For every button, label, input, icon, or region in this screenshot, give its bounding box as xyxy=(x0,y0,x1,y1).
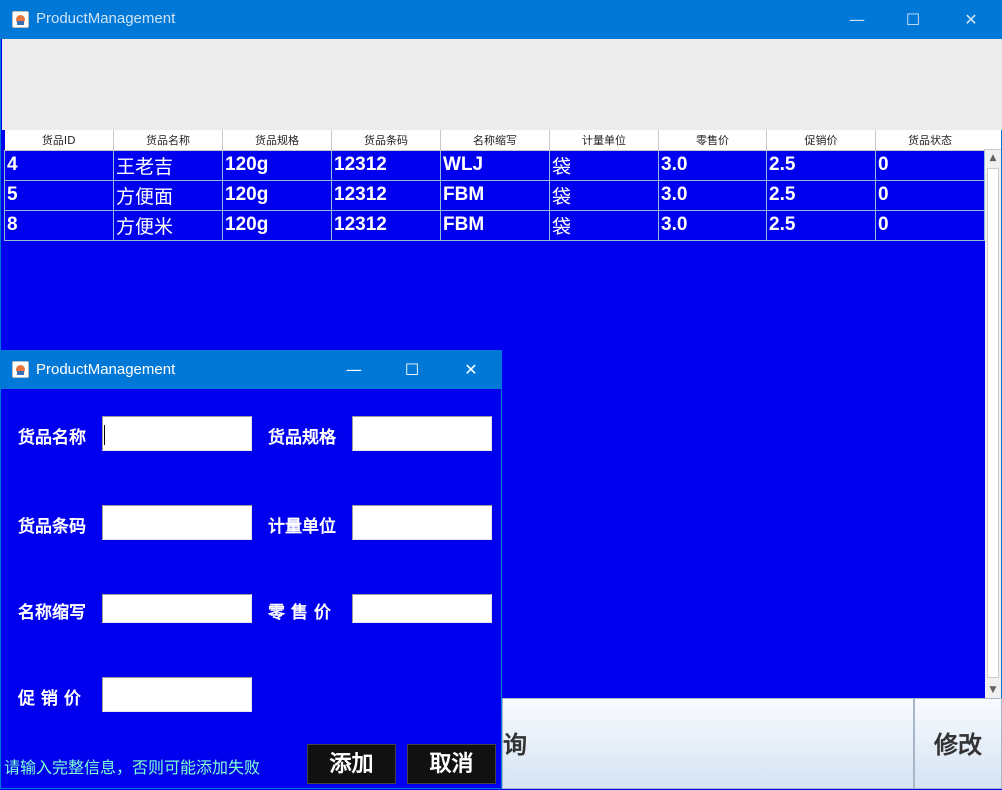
cell-id[interactable]: 5 xyxy=(4,179,114,211)
cell-unit[interactable]: 袋 xyxy=(549,179,659,211)
cell-status[interactable]: 0 xyxy=(875,179,985,211)
retail-price-input[interactable] xyxy=(352,594,492,623)
cell-abbr[interactable]: FBM xyxy=(440,209,550,241)
cell-spec[interactable]: 120g xyxy=(222,209,332,241)
table-row[interactable]: 5 方便面 120g 12312 FBM 袋 3.0 2.5 0 xyxy=(4,179,985,211)
cell-retail[interactable]: 3.0 xyxy=(658,149,767,181)
product-spec-label: 货品规格 xyxy=(268,428,336,448)
add-button[interactable]: 添加 xyxy=(307,744,396,784)
retail-price-label: 零 售 价 xyxy=(268,603,331,623)
vertical-scrollbar[interactable]: ▲ ▼ xyxy=(985,150,1001,698)
cell-barcode[interactable]: 12312 xyxy=(331,179,441,211)
maximize-button[interactable]: ☐ xyxy=(884,1,942,39)
column-header-status[interactable]: 货品状态 xyxy=(875,130,985,151)
column-header-id[interactable]: 货品ID xyxy=(4,130,114,151)
column-header-abbr[interactable]: 名称缩写 xyxy=(440,130,550,151)
main-titlebar[interactable]: ProductManagement — ☐ ✕ xyxy=(1,1,1002,39)
cell-id[interactable]: 4 xyxy=(4,149,114,181)
table-row[interactable]: 8 方便米 120g 12312 FBM 袋 3.0 2.5 0 xyxy=(4,209,985,241)
cell-name[interactable]: 方便米 xyxy=(113,209,223,241)
table-header-corner xyxy=(984,130,1001,150)
table-row[interactable]: 4 王老吉 120g 12312 WLJ 袋 3.0 2.5 0 xyxy=(4,149,985,181)
java-app-icon xyxy=(12,11,29,28)
dialog-close-button[interactable]: ✕ xyxy=(442,351,500,389)
modify-button[interactable]: 修改 xyxy=(914,698,1002,789)
cell-promo[interactable]: 2.5 xyxy=(766,149,876,181)
query-button[interactable]: 询 xyxy=(502,698,914,789)
dialog-titlebar[interactable]: ProductManagement — ☐ ✕ xyxy=(1,351,501,389)
cell-spec[interactable]: 120g xyxy=(222,149,332,181)
add-product-dialog: ProductManagement — ☐ ✕ 货品名称 货品规格 货品条码 计… xyxy=(0,350,502,789)
column-header-retail[interactable]: 零售价 xyxy=(658,130,767,151)
cell-promo[interactable]: 2.5 xyxy=(766,179,876,211)
dialog-title: ProductManagement xyxy=(36,361,176,378)
cell-spec[interactable]: 120g xyxy=(222,179,332,211)
close-button[interactable]: ✕ xyxy=(942,1,1000,39)
cell-status[interactable]: 0 xyxy=(875,149,985,181)
java-app-icon xyxy=(12,361,29,378)
cell-barcode[interactable]: 12312 xyxy=(331,209,441,241)
column-header-barcode[interactable]: 货品条码 xyxy=(331,130,441,151)
hint-text: 请输入完整信息，否则可能添加失败 xyxy=(4,758,261,777)
product-name-input[interactable] xyxy=(102,416,252,451)
cell-name[interactable]: 王老吉 xyxy=(113,149,223,181)
promo-price-input[interactable] xyxy=(102,677,252,712)
dialog-minimize-button[interactable]: — xyxy=(325,351,383,389)
column-header-promo[interactable]: 促销价 xyxy=(766,130,876,151)
abbreviation-input[interactable] xyxy=(102,594,252,623)
cell-id[interactable]: 8 xyxy=(4,209,114,241)
product-table[interactable]: 货品ID 货品名称 货品规格 货品条码 名称缩写 计量单位 零售价 促销价 货品… xyxy=(4,130,985,241)
unit-label: 计量单位 xyxy=(268,517,336,537)
scroll-down-arrow-icon[interactable]: ▼ xyxy=(985,682,1001,698)
promo-price-label: 促 销 价 xyxy=(18,689,81,709)
cell-status[interactable]: 0 xyxy=(875,209,985,241)
cell-retail[interactable]: 3.0 xyxy=(658,209,767,241)
column-header-unit[interactable]: 计量单位 xyxy=(549,130,659,151)
scroll-up-arrow-icon[interactable]: ▲ xyxy=(985,150,1001,166)
minimize-button[interactable]: — xyxy=(828,1,886,39)
text-caret xyxy=(104,425,105,445)
barcode-label: 货品条码 xyxy=(18,517,86,537)
product-name-label: 货品名称 xyxy=(18,428,86,448)
cell-unit[interactable]: 袋 xyxy=(549,149,659,181)
abbreviation-label: 名称缩写 xyxy=(18,603,86,623)
cell-barcode[interactable]: 12312 xyxy=(331,149,441,181)
cell-promo[interactable]: 2.5 xyxy=(766,209,876,241)
cell-abbr[interactable]: WLJ xyxy=(440,149,550,181)
scrollbar-thumb[interactable] xyxy=(987,168,999,678)
cell-name[interactable]: 方便面 xyxy=(113,179,223,211)
column-header-spec[interactable]: 货品规格 xyxy=(222,130,332,151)
cell-unit[interactable]: 袋 xyxy=(549,209,659,241)
dialog-maximize-button[interactable]: ☐ xyxy=(383,351,441,389)
cell-retail[interactable]: 3.0 xyxy=(658,179,767,211)
table-header-row: 货品ID 货品名称 货品规格 货品条码 名称缩写 计量单位 零售价 促销价 货品… xyxy=(4,130,985,151)
cancel-button[interactable]: 取消 xyxy=(407,744,496,784)
top-panel xyxy=(2,39,1002,130)
main-window-title: ProductManagement xyxy=(36,10,176,27)
unit-input[interactable] xyxy=(352,505,492,540)
barcode-input[interactable] xyxy=(102,505,252,540)
product-spec-input[interactable] xyxy=(352,416,492,451)
cell-abbr[interactable]: FBM xyxy=(440,179,550,211)
column-header-name[interactable]: 货品名称 xyxy=(113,130,223,151)
